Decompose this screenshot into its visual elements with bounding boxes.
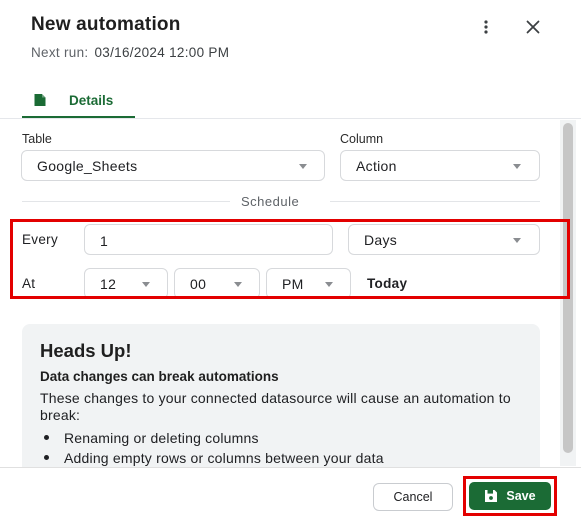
heads-up-bullet: Renaming or deleting columns — [64, 430, 259, 446]
heads-up-title: Heads Up! — [40, 340, 132, 361]
dialog-title: New automation — [31, 14, 181, 35]
table-label: Table — [22, 132, 52, 146]
schedule-divider-right — [330, 201, 540, 202]
chevron-down-icon — [299, 164, 307, 169]
heads-up-bullet: Adding empty rows or columns between you… — [64, 450, 384, 466]
heads-up-body: These changes to your connected datasour… — [40, 390, 511, 423]
cancel-button[interactable]: Cancel — [373, 483, 453, 511]
schedule-heading: Schedule — [241, 194, 300, 209]
save-highlight-box — [463, 476, 557, 516]
document-icon — [34, 94, 46, 106]
table-select[interactable]: Google_Sheets — [21, 150, 325, 181]
bullet-dot — [44, 455, 49, 460]
column-select[interactable]: Action — [340, 150, 540, 181]
heads-up-subtitle: Data changes can break automations — [40, 369, 279, 384]
close-icon — [526, 20, 540, 34]
column-label: Column — [340, 132, 384, 146]
bullet-dot — [44, 435, 49, 440]
column-select-value: Action — [356, 158, 397, 174]
next-run: Next run: 03/16/2024 12:00 PM — [31, 45, 229, 60]
schedule-highlight-box — [10, 219, 570, 299]
tab-details[interactable]: Details — [22, 86, 135, 119]
footer-divider — [0, 467, 581, 468]
chevron-down-icon — [513, 164, 521, 169]
tab-label: Details — [69, 93, 114, 108]
schedule-divider-left — [22, 201, 230, 202]
next-run-label: Next run: — [31, 45, 89, 60]
next-run-value: 03/16/2024 12:00 PM — [94, 45, 230, 60]
table-select-value: Google_Sheets — [37, 158, 138, 174]
close-button[interactable] — [522, 16, 544, 38]
tab-divider — [0, 118, 581, 119]
more-vertical-icon — [484, 20, 488, 34]
more-options-button[interactable] — [476, 16, 496, 38]
